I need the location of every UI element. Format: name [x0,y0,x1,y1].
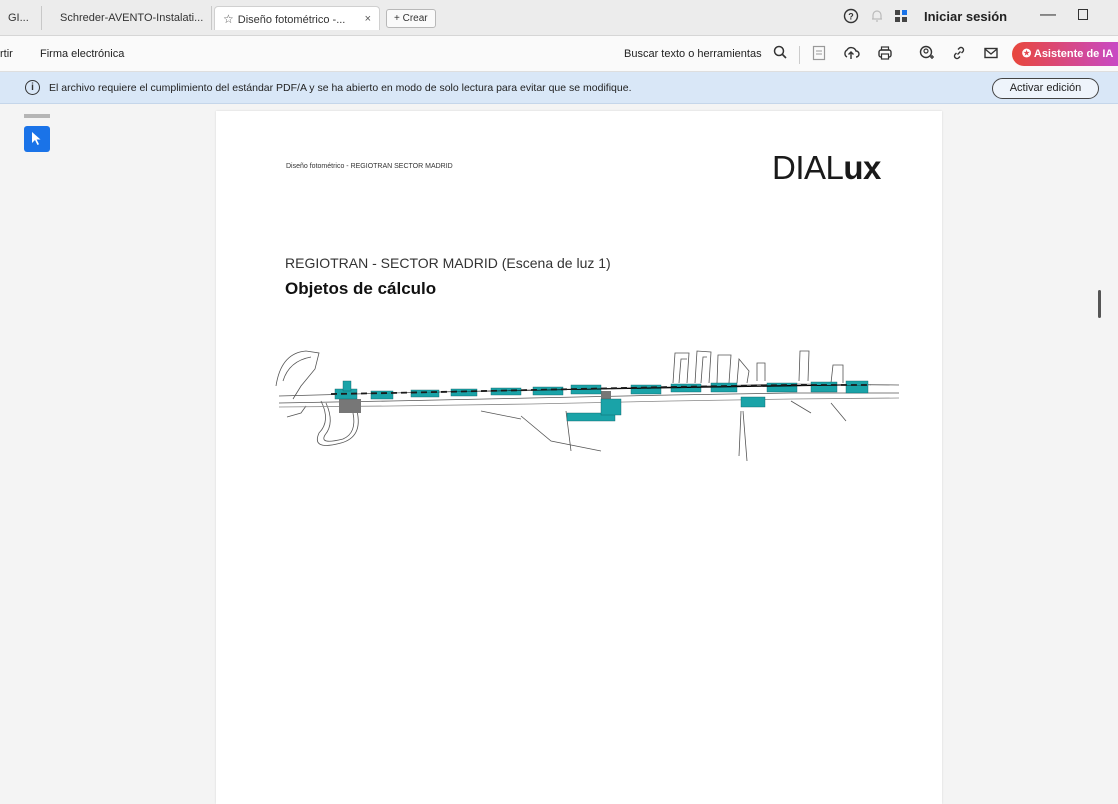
link-icon[interactable] [950,45,968,63]
tab-label: Diseño fotométrico -... [237,14,346,26]
document-title: REGIOTRAN - SECTOR MADRID (Escena de luz… [285,255,611,271]
apps-icon[interactable] [892,8,910,26]
cursor-arrow-icon [32,132,41,145]
ai-assistant-button[interactable]: ✪ Asistente de IA [1012,42,1118,66]
logo-part: DIAL [772,149,844,186]
star-icon[interactable]: ☆ [223,12,234,26]
new-tab-button[interactable]: + Crear [386,9,436,28]
sparkle-icon: ✪ [1022,48,1034,60]
tab-label: Schreder-AVENTO-Instalati... [60,12,204,24]
rail-indicator [24,114,50,118]
left-panel [0,104,213,804]
dialux-logo: DIALux [772,149,881,187]
readonly-banner: i El archivo requiere el cumplimiento de… [0,72,1118,104]
tab-active[interactable]: ☆ Diseño fotométrico -... × [214,6,380,30]
maximize-icon[interactable] [1078,9,1088,20]
select-tool-button[interactable] [24,126,50,152]
search-label[interactable]: Buscar texto o herramientas [624,48,762,60]
document-page: Diseño fotométrico - REGIOTRAN SECTOR MA… [216,111,942,804]
page-thumbnail-icon[interactable] [810,45,828,63]
tab-2[interactable]: Schreder-AVENTO-Instalati... [46,6,212,30]
tab-1[interactable]: GI... [0,6,42,30]
toolbar: rtir Firma electrónica Buscar texto o he… [0,36,1118,72]
document-subtitle: Objetos de cálculo [285,279,437,298]
tab-bar: GI... Schreder-AVENTO-Instalati... ☆ Dise… [0,0,1118,36]
share-user-icon[interactable] [918,45,936,63]
search-icon[interactable] [772,44,790,62]
right-gutter [942,104,1118,804]
sign-menu[interactable]: Firma electrónica [40,48,124,60]
convert-menu[interactable]: rtir [0,48,13,60]
separator [799,46,800,64]
close-tab-icon[interactable]: × [365,7,371,30]
mail-icon[interactable] [982,45,1000,63]
tab-label: GI... [8,12,29,24]
info-icon: i [25,80,40,95]
site-plan-drawing [275,350,900,462]
ai-assistant-label: Asistente de IA [1033,48,1114,60]
print-icon[interactable] [876,45,894,63]
document-header: Diseño fotométrico - REGIOTRAN SECTOR MA… [286,163,453,170]
bell-icon[interactable] [868,8,886,26]
enable-editing-button[interactable]: Activar edición [992,78,1099,99]
scrollbar-thumb[interactable] [1098,290,1101,318]
logo-part-bold: ux [843,149,881,186]
upload-cloud-icon[interactable] [842,45,860,63]
svg-text:?: ? [848,12,854,22]
signin-link[interactable]: Iniciar sesión [924,9,1007,24]
minimize-icon[interactable]: — [1040,6,1056,24]
help-icon[interactable]: ? [842,8,860,26]
banner-message: El archivo requiere el cumplimiento del … [49,82,632,94]
